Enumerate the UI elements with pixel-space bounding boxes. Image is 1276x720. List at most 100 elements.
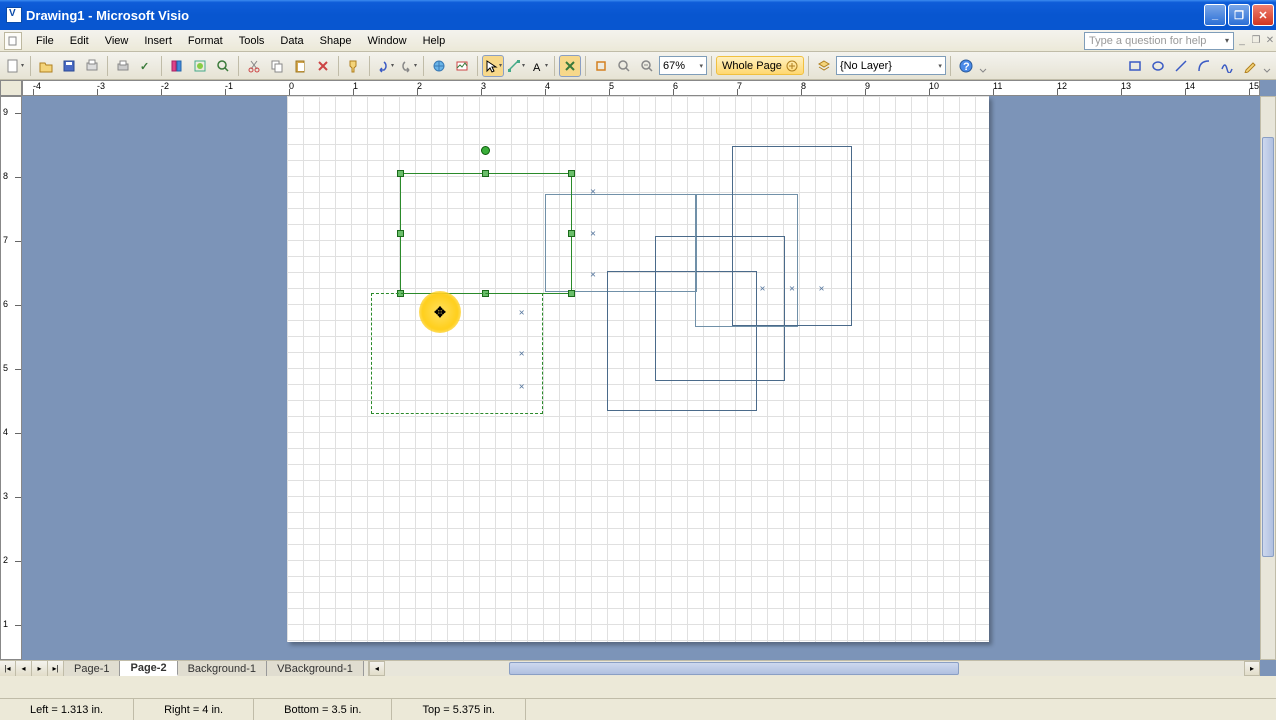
doc-close-button[interactable]: ✕: [1264, 35, 1276, 47]
page-tab-bar: |◂ ◂ ▸ ▸| Page-1 Page-2 Background-1 VBa…: [0, 660, 1260, 676]
menu-format[interactable]: Format: [180, 33, 231, 49]
arc-tool-button[interactable]: [1193, 55, 1215, 77]
insert-picture-button[interactable]: [451, 55, 473, 77]
format-painter-button[interactable]: [343, 55, 365, 77]
zoom-combo[interactable]: 67%: [659, 56, 707, 75]
drawing-canvas[interactable]: × × × × × × × ×: [22, 96, 1260, 660]
status-top: Top = 5.375 in.: [392, 699, 525, 720]
horizontal-ruler[interactable]: -4-3-2-10123456789101112131415: [22, 80, 1260, 96]
undo-button[interactable]: [374, 55, 396, 77]
selected-shape[interactable]: × × ×: [400, 173, 572, 294]
save-button[interactable]: [58, 55, 80, 77]
help-search-box[interactable]: Type a question for help: [1084, 32, 1234, 50]
help-button[interactable]: ?: [955, 55, 977, 77]
menu-edit[interactable]: Edit: [62, 33, 97, 49]
resize-handle-se[interactable]: [568, 290, 575, 297]
connection-point-icon: ×: [519, 308, 525, 319]
tab-nav-first[interactable]: |◂: [0, 661, 16, 676]
resize-handle-n[interactable]: [482, 170, 489, 177]
new-button[interactable]: [4, 55, 26, 77]
connection-point-icon: ×: [590, 186, 596, 197]
resize-handle-w[interactable]: [397, 230, 404, 237]
connection-point-icon: ×: [590, 228, 596, 239]
hscroll-thumb[interactable]: [509, 662, 959, 675]
spelling-button[interactable]: ✓: [135, 55, 157, 77]
vscroll-thumb[interactable]: [1262, 137, 1274, 557]
connector-tool-button[interactable]: [505, 55, 527, 77]
drawing-page[interactable]: × × × × × × × ×: [287, 96, 989, 642]
print-preview-button[interactable]: [81, 55, 103, 77]
insert-hyperlink-button[interactable]: [428, 55, 450, 77]
connection-point-icon: ×: [789, 284, 795, 295]
zoom-button[interactable]: [613, 55, 635, 77]
maximize-button[interactable]: ❐: [1228, 4, 1250, 26]
open-button[interactable]: [35, 55, 57, 77]
connection-point-icon: ×: [519, 348, 525, 359]
status-bar: Left = 1.313 in. Right = 4 in. Bottom = …: [0, 698, 1276, 720]
move-cursor-icon: ✥: [434, 304, 446, 321]
shapes-window-button[interactable]: [189, 55, 211, 77]
status-right: Right = 4 in.: [134, 699, 254, 720]
page-tab-3[interactable]: Background-1: [178, 661, 268, 676]
page-tab-4[interactable]: VBackground-1: [267, 661, 364, 676]
menu-view[interactable]: View: [97, 33, 137, 49]
menu-tools[interactable]: Tools: [231, 33, 273, 49]
menu-file[interactable]: File: [28, 33, 62, 49]
vertical-scrollbar[interactable]: [1260, 96, 1276, 660]
layer-properties-button[interactable]: [813, 55, 835, 77]
resize-handle-nw[interactable]: [397, 170, 404, 177]
connection-point-icon: ×: [590, 270, 596, 281]
copy-button[interactable]: [266, 55, 288, 77]
doc-minimize-button[interactable]: _: [1236, 35, 1248, 47]
minimize-button[interactable]: _: [1204, 4, 1226, 26]
menu-insert[interactable]: Insert: [136, 33, 180, 49]
whole-page-button[interactable]: Whole Page: [716, 56, 804, 75]
zoom-out-button[interactable]: [636, 55, 658, 77]
crop-button[interactable]: [590, 55, 612, 77]
connection-point-icon: ×: [519, 381, 525, 392]
close-button[interactable]: ✕: [1252, 4, 1274, 26]
tab-nav-prev[interactable]: ◂: [16, 661, 32, 676]
paste-button[interactable]: [289, 55, 311, 77]
find-button[interactable]: [212, 55, 234, 77]
connection-point-tool-button[interactable]: [559, 55, 581, 77]
tab-nav-last[interactable]: ▸|: [48, 661, 64, 676]
document-sys-icon[interactable]: [4, 32, 22, 50]
cut-button[interactable]: [243, 55, 265, 77]
pointer-tool-button[interactable]: [482, 55, 504, 77]
rectangle-tool-button[interactable]: [1124, 55, 1146, 77]
freeform-tool-button[interactable]: [1216, 55, 1238, 77]
tab-nav-next[interactable]: ▸: [32, 661, 48, 676]
work-area: -4-3-2-10123456789101112131415 987654321…: [0, 80, 1276, 676]
layer-combo[interactable]: {No Layer}: [836, 56, 946, 75]
menu-window[interactable]: Window: [359, 33, 414, 49]
toolbar-options-button[interactable]: [978, 55, 988, 77]
hscroll-left-button[interactable]: ◂: [369, 661, 385, 676]
page-tab-2[interactable]: Page-2: [120, 661, 177, 676]
menu-bar: File Edit View Insert Format Tools Data …: [0, 30, 1276, 52]
horizontal-scrollbar[interactable]: ◂ ▸: [368, 661, 1260, 676]
pencil-tool-button[interactable]: [1239, 55, 1261, 77]
line-tool-button[interactable]: [1170, 55, 1192, 77]
rotation-handle[interactable]: [481, 146, 490, 155]
text-tool-button[interactable]: A: [528, 55, 550, 77]
shape-rect-right[interactable]: × × ×: [732, 146, 852, 326]
print-button[interactable]: [112, 55, 134, 77]
connection-point-icon: ×: [759, 284, 765, 295]
ellipse-tool-button[interactable]: [1147, 55, 1169, 77]
resize-handle-e[interactable]: [568, 230, 575, 237]
page-tab-1[interactable]: Page-1: [64, 661, 120, 676]
drawing-toolbar-options[interactable]: [1262, 55, 1272, 77]
research-button[interactable]: [166, 55, 188, 77]
menu-data[interactable]: Data: [272, 33, 311, 49]
zoom-value: 67%: [663, 60, 685, 72]
vertical-ruler[interactable]: 9876543210: [0, 96, 22, 660]
svg-text:?: ?: [963, 61, 970, 73]
hscroll-right-button[interactable]: ▸: [1244, 661, 1260, 676]
doc-restore-button[interactable]: ❐: [1250, 35, 1262, 47]
resize-handle-ne[interactable]: [568, 170, 575, 177]
delete-button[interactable]: [312, 55, 334, 77]
menu-shape[interactable]: Shape: [312, 33, 360, 49]
redo-button[interactable]: [397, 55, 419, 77]
menu-help[interactable]: Help: [415, 33, 454, 49]
